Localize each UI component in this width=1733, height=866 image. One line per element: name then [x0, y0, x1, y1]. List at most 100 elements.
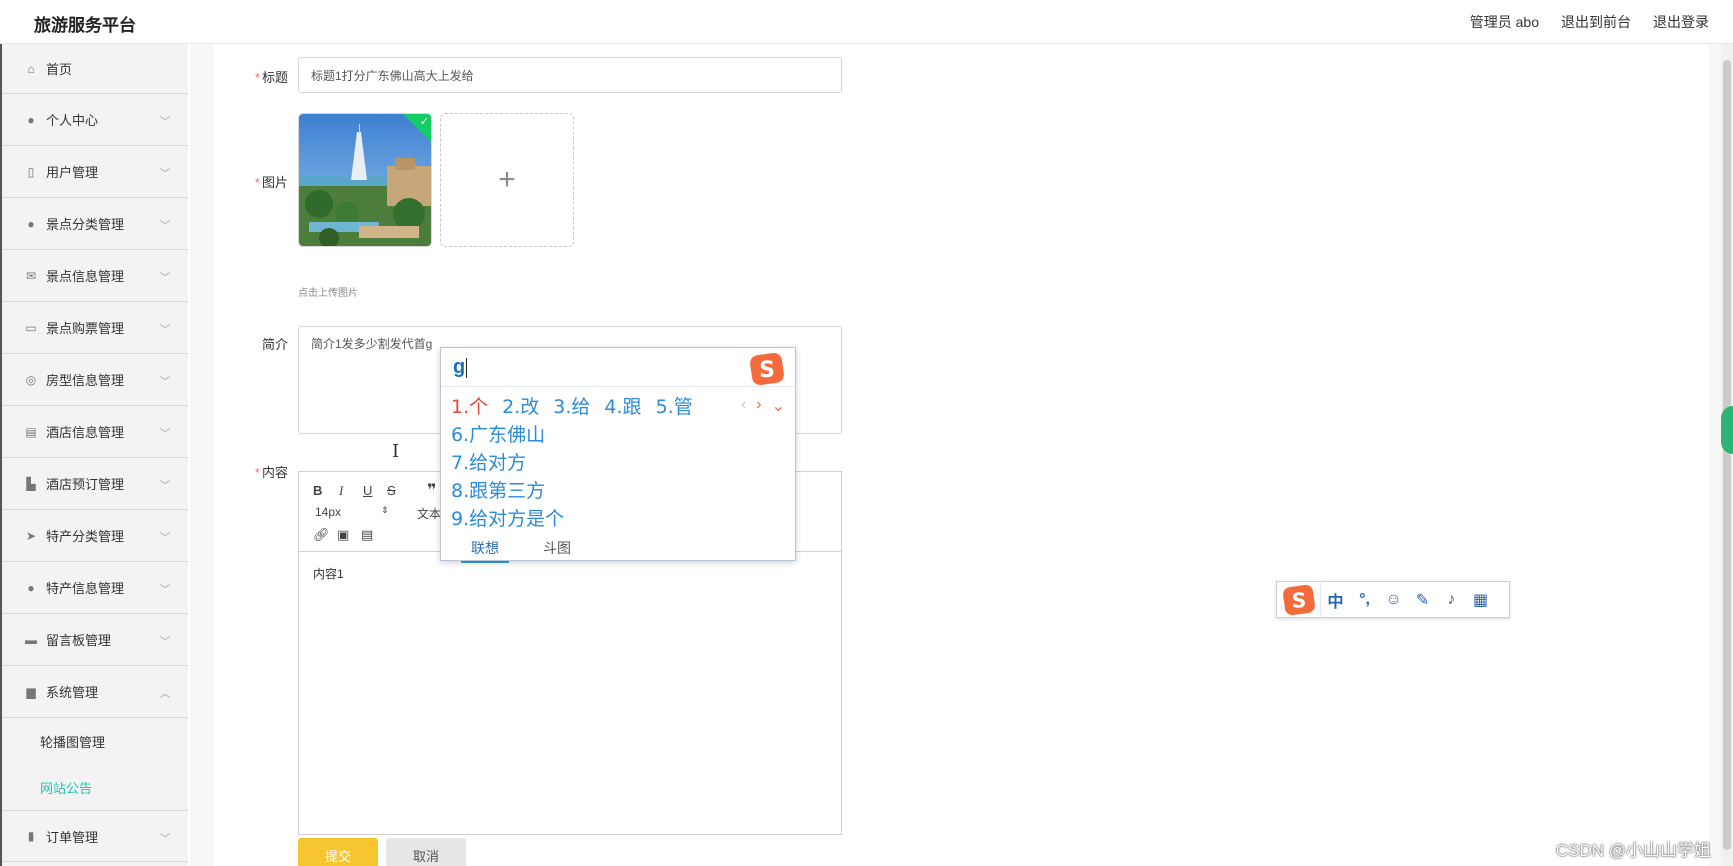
sidebar-item-home[interactable]: ⌂ 首页	[2, 44, 188, 94]
video-icon[interactable]: ▤	[361, 527, 373, 543]
ime-tab-sticker[interactable]: 斗图	[543, 538, 571, 558]
ime-candidate[interactable]: 2.改	[502, 392, 539, 419]
scrollbar-thumb[interactable]	[1723, 60, 1731, 850]
expand-icon[interactable]: ⌄	[772, 396, 785, 416]
pen-icon[interactable]: ✎	[1408, 590, 1437, 610]
ime-tabs: 联想 斗图	[441, 534, 795, 563]
sidebar-item-label: 特产信息管理	[46, 581, 125, 596]
image-icon[interactable]: ▣	[337, 527, 349, 543]
prev-page-icon[interactable]: ‹	[741, 396, 746, 416]
title-input[interactable]: 标题1打分广东佛山高大上发给	[298, 57, 842, 93]
ime-tab-association[interactable]: 联想	[461, 538, 509, 563]
ime-candidates-row: 1.个 2.改 3.给 4.跟 5.管	[451, 392, 693, 419]
submit-button[interactable]: 提交	[298, 838, 378, 866]
chart-icon: ▮	[27, 829, 35, 843]
underline-button[interactable]: U	[363, 483, 372, 498]
send-icon: ➤	[25, 528, 37, 543]
ime-candidate[interactable]: 1.个	[451, 392, 488, 419]
editor-content[interactable]: 内容1	[313, 565, 344, 582]
ime-lang-toggle[interactable]: 中	[1321, 588, 1350, 612]
brand-title: 旅游服务平台	[34, 16, 136, 35]
sidebar-item-label: 景点信息管理	[46, 269, 125, 284]
uploaded-image-thumbnail[interactable]: ✓	[298, 113, 432, 247]
sidebar-item-label: 个人中心	[46, 113, 99, 128]
ime-candidate[interactable]: 5.管	[656, 392, 693, 419]
sogou-logo-icon[interactable]: S	[1277, 581, 1321, 618]
chevron-down-icon: ﹀	[160, 169, 170, 180]
font-size-select[interactable]: 14px	[315, 505, 341, 519]
chevron-down-icon: ﹀	[160, 377, 170, 388]
sidebar-item-label: 系统管理	[46, 685, 99, 700]
ime-candidate[interactable]: 8.跟第三方	[451, 476, 545, 503]
home-icon: ⌂	[27, 61, 35, 76]
sidebar-item-specialty-category[interactable]: ➤ 特产分类管理 ﹀	[2, 510, 188, 562]
select-arrows-icon: ⇕	[381, 505, 389, 515]
intro-label-text: 简介	[261, 337, 288, 352]
sidebar-item-specialty-info[interactable]: ● 特产信息管理 ﹀	[2, 562, 188, 614]
ime-candidate[interactable]: 4.跟	[604, 392, 641, 419]
chat-icon: ▬	[25, 632, 37, 647]
chevron-down-icon: ﹀	[160, 325, 170, 336]
ime-candidate-popup: g S 1.个 2.改 3.给 4.跟 5.管 ‹ › ⌄ 6.广东佛山 7.给…	[440, 347, 796, 563]
thumb-icon: ▙	[26, 476, 36, 491]
image-upload-button[interactable]: +	[440, 113, 574, 247]
italic-button[interactable]: I	[339, 483, 343, 499]
sidebar-subitem-carousel[interactable]: 轮播图管理	[2, 718, 188, 764]
chevron-down-icon: ﹀	[160, 834, 170, 845]
quote-icon[interactable]: ❞	[427, 480, 436, 500]
sidebar-item-message-board[interactable]: ▬ 留言板管理 ﹀	[2, 614, 188, 666]
microphone-icon[interactable]: ♪	[1437, 591, 1466, 609]
emoji-icon[interactable]: ☺	[1379, 591, 1408, 609]
chevron-down-icon: ﹀	[160, 117, 170, 128]
sidebar-item-system[interactable]: ▆ 系统管理 ︿	[2, 666, 188, 718]
ime-candidate[interactable]: 9.给对方是个	[451, 504, 564, 531]
ime-page-arrows: ‹ › ⌄	[741, 396, 785, 416]
chevron-down-icon: ﹀	[160, 273, 170, 284]
logout-link[interactable]: 退出登录	[1653, 12, 1709, 32]
top-header: 旅游服务平台 管理员 abo 退出到前台 退出登录	[0, 0, 1733, 44]
upload-hint: 点击上传图片	[298, 288, 358, 299]
sidebar-item-label: 留言板管理	[46, 633, 112, 648]
ime-candidate[interactable]: 7.给对方	[451, 448, 526, 475]
link-icon[interactable]: 🔗︎	[313, 527, 330, 543]
sidebar-item-room-type[interactable]: ◎ 房型信息管理 ﹀	[2, 354, 188, 406]
chevron-down-icon: ﹀	[160, 481, 170, 492]
text-style-select[interactable]: 文本	[417, 505, 441, 522]
ime-punct-toggle[interactable]: °,	[1350, 591, 1379, 609]
ime-candidate[interactable]: 6.广东佛山	[451, 420, 545, 447]
sidebar-item-scenic-category[interactable]: ● 景点分类管理 ﹀	[2, 198, 188, 250]
text-cursor-icon: I	[392, 441, 400, 462]
svg-text:S: S	[759, 358, 775, 383]
sidebar-item-label: 景点购票管理	[46, 321, 125, 336]
cancel-button[interactable]: 取消	[386, 838, 466, 866]
ime-caret	[466, 357, 468, 378]
content-label: * 内容	[228, 462, 288, 481]
briefcase-icon: ▆	[26, 684, 36, 699]
sidebar-item-hotel-info[interactable]: ▤ 酒店信息管理 ﹀	[2, 406, 188, 458]
required-mark: *	[254, 175, 260, 190]
next-page-icon[interactable]: ›	[756, 396, 761, 416]
sidebar-item-ticket[interactable]: ▭ 景点购票管理 ﹀	[2, 302, 188, 354]
ime-status-bar: S 中 °, ☺ ✎ ♪ ▦	[1276, 581, 1510, 618]
admin-user-link[interactable]: 管理员 abo	[1470, 12, 1539, 32]
floating-side-handle[interactable]	[1721, 406, 1733, 454]
sidebar-item-hotel-booking[interactable]: ▙ 酒店预订管理 ﹀	[2, 458, 188, 510]
to-frontend-link[interactable]: 退出到前台	[1561, 12, 1631, 32]
sidebar-item-scenic-info[interactable]: ✉ 景点信息管理 ﹀	[2, 250, 188, 302]
sidebar-item-personal-center[interactable]: ● 个人中心 ﹀	[2, 94, 188, 146]
ime-divider	[441, 386, 795, 387]
grid-menu-icon[interactable]: ▦	[1466, 590, 1495, 610]
title-label: * 标题	[228, 67, 288, 86]
user-icon: ●	[27, 580, 35, 595]
sidebar-item-orders[interactable]: ▮ 订单管理 ﹀	[2, 810, 188, 862]
strike-button[interactable]: S	[387, 483, 396, 498]
sidebar-item-label: 用户管理	[46, 165, 99, 180]
top-nav: 管理员 abo 退出到前台 退出登录	[1470, 12, 1709, 32]
ime-candidate[interactable]: 3.给	[553, 392, 590, 419]
bold-button[interactable]: B	[313, 483, 322, 498]
sidebar-subitem-notice[interactable]: 网站公告	[2, 764, 188, 810]
sidebar-item-label: 首页	[46, 62, 73, 77]
sidebar-item-user-management[interactable]: ▯ 用户管理 ﹀	[2, 146, 188, 198]
intro-label: 简介	[228, 334, 288, 353]
ticket-icon: ▭	[25, 320, 37, 335]
